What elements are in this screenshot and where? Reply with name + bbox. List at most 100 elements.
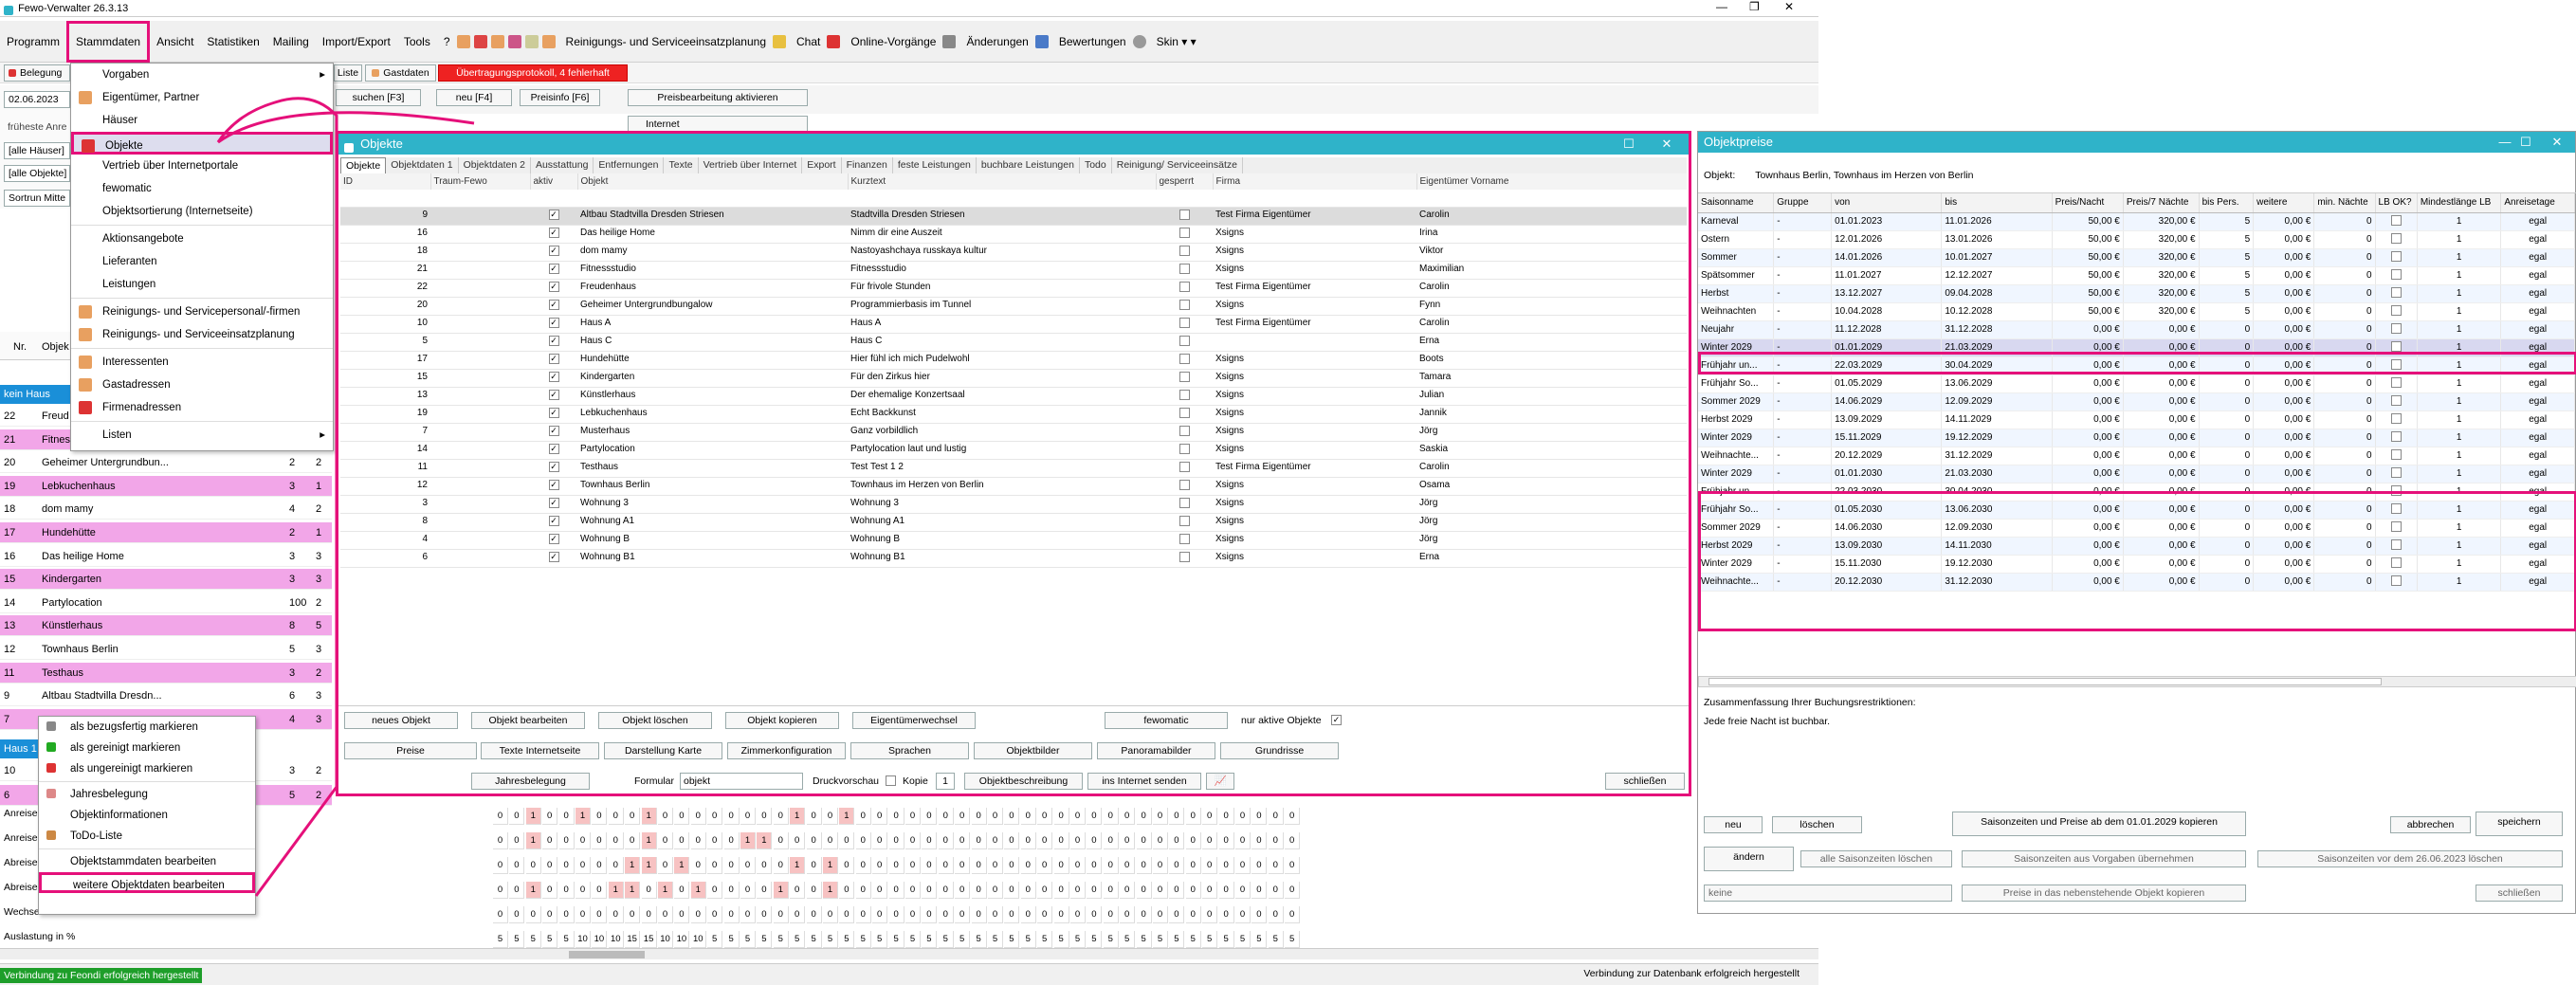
gesperrt-checkbox[interactable]: [1178, 498, 1190, 509]
column-header[interactable]: gesperrt: [1156, 173, 1214, 190]
list-item[interactable]: 11 Testhaus 3 2: [0, 662, 332, 684]
ins-internet-button[interactable]: ins Internet senden: [1087, 773, 1201, 790]
dropdown-item-2[interactable]: Häuser: [71, 109, 333, 132]
gesperrt-checkbox[interactable]: [1178, 516, 1190, 527]
column-header[interactable]: aktiv: [530, 173, 578, 190]
dropdown-item-11[interactable]: Reinigungs- und Serviceeinsatzplanung: [71, 323, 333, 346]
rating-icon[interactable]: [1034, 34, 1049, 48]
table-row[interactable]: Weihnachten -10.04.2028 10.12.2028 50,00 €3…: [1698, 302, 2575, 321]
table-row[interactable]: Sommer -14.01.2026 10.01.2027 50,00 €320,00…: [1698, 248, 2575, 267]
column-header[interactable]: Traum-Fewo: [430, 173, 531, 190]
column-header[interactable]: Firma: [1213, 173, 1417, 190]
tab-8[interactable]: Finanzen: [842, 157, 893, 173]
tab-4[interactable]: Entfernungen: [594, 157, 665, 173]
objektbilder-button[interactable]: Objektbilder: [974, 742, 1092, 759]
tab-9[interactable]: feste Leistungen: [893, 157, 977, 173]
druckvorschau-checkbox[interactable]: [886, 775, 896, 786]
preisinfo-button[interactable]: Preisinfo [F6]: [520, 89, 600, 106]
list-item[interactable]: 15 Kindergarten 3 3: [0, 569, 332, 591]
objekte-restore-icon[interactable]: ☐: [1618, 137, 1639, 152]
restore-icon[interactable]: ❐: [1749, 0, 1760, 13]
gesperrt-checkbox[interactable]: [1178, 210, 1190, 221]
table-row[interactable]: 21 ✓ Fitnessstudio Fitnessstudio Xsigns Maxim…: [340, 261, 1687, 280]
column-header[interactable]: Mindestlänge LB: [2417, 193, 2502, 213]
aktiv-checkbox[interactable]: ✓: [548, 498, 559, 509]
gear-icon[interactable]: [1132, 34, 1146, 48]
aktiv-checkbox[interactable]: ✓: [548, 408, 559, 419]
gesperrt-checkbox[interactable]: [1178, 426, 1190, 437]
tab-5[interactable]: Texte: [664, 157, 699, 173]
header-nr[interactable]: Nr.: [13, 341, 27, 353]
aktiv-checkbox[interactable]: ✓: [548, 300, 559, 311]
gesperrt-checkbox[interactable]: [1178, 480, 1190, 491]
list-item[interactable]: 20 Geheimer Untergrundbun... 2 2: [0, 452, 332, 474]
minimize-icon[interactable]: —: [1716, 0, 1727, 13]
dropdown-item-1[interactable]: Eigentümer, Partner: [71, 86, 333, 109]
context-item-7[interactable]: weitere Objektdaten bearbeiten: [39, 872, 255, 893]
aktiv-checkbox[interactable]: ✓: [548, 534, 559, 545]
scrollbar-thumb[interactable]: [569, 951, 645, 958]
dropdown-item-15[interactable]: Listen ▸: [71, 424, 333, 447]
menu-statistiken[interactable]: Statistiken: [200, 32, 265, 51]
online-icon[interactable]: [827, 34, 841, 48]
gesperrt-checkbox[interactable]: [1178, 372, 1190, 383]
column-header[interactable]: LB OK?: [2375, 193, 2418, 213]
table-row[interactable]: Winter 2029-15.11.2029 19.12.2029 0,00 €0,…: [1698, 429, 2575, 447]
gesperrt-checkbox[interactable]: [1178, 390, 1190, 401]
list-item[interactable]: 12 Townhaus Berlin 5 3: [0, 639, 332, 660]
aktiv-checkbox[interactable]: ✓: [548, 516, 559, 527]
menu-bewertungen[interactable]: Bewertungen: [1052, 32, 1133, 51]
table-row[interactable]: 20 ✓ Geheimer Untergrundbungalow Programmie…: [340, 297, 1687, 316]
table-row[interactable]: 15 ✓ Kindergarten Für den Zirkus hier Xsigns…: [340, 369, 1687, 388]
gesperrt-checkbox[interactable]: [1178, 318, 1190, 329]
list-item[interactable]: 14 Partylocation 100 2: [0, 593, 332, 613]
close-icon[interactable]: ✕: [1784, 0, 1794, 13]
table-row[interactable]: Winter 2029-01.01.2030 21.03.2030 0,00 €0,…: [1698, 465, 2575, 483]
objekte-close-icon[interactable]: ✕: [1656, 137, 1677, 152]
column-header[interactable]: ID: [340, 173, 431, 190]
column-header[interactable]: Saisonname: [1698, 193, 1775, 213]
table-row[interactable]: Frühjahr So... -01.05.2029 13.06.2029 0,00 …: [1698, 374, 2575, 393]
lb-checkbox[interactable]: [2390, 413, 2402, 425]
tab-12[interactable]: Reinigung/ Serviceeinsätze: [1112, 157, 1243, 173]
table-row[interactable]: 22 ✓ Freudenhaus Für frivole Stunden Test Fi…: [340, 279, 1687, 298]
preise-kopieren-button[interactable]: Preise in das nebenstehende Objekt kopie…: [1962, 885, 2246, 902]
tab-0[interactable]: Objekte: [340, 157, 387, 173]
home-icon[interactable]: [473, 34, 487, 48]
grundrisse-button[interactable]: Grundrisse: [1220, 742, 1339, 759]
tab-2[interactable]: Objektdaten 2: [459, 157, 531, 173]
tab-11[interactable]: Todo: [1080, 157, 1112, 173]
liste-tab[interactable]: Liste: [334, 64, 362, 82]
lb-checkbox[interactable]: [2390, 467, 2402, 479]
dropdown-item-5[interactable]: fewomatic: [71, 177, 333, 200]
lb-checkbox[interactable]: [2390, 431, 2402, 443]
preise-minimize-icon[interactable]: —: [2494, 135, 2515, 150]
list-item[interactable]: 9 Altbau Stadtvilla Dresdn... 6 3: [0, 685, 332, 707]
lb-checkbox[interactable]: [2390, 233, 2402, 245]
menu-aenderungen[interactable]: Änderungen: [959, 32, 1034, 51]
jahresbelegung-button[interactable]: Jahresbelegung: [471, 773, 590, 790]
column-header[interactable]: Eigentümer Vorname: [1416, 173, 1687, 190]
saisonzeiten-kopieren-button[interactable]: Saisonzeiten und Preise ab dem 01.01.202…: [1952, 812, 2246, 836]
table-row[interactable]: 4 ✓ Wohnung B Wohnung B Xsigns Jörg: [340, 531, 1687, 550]
aktiv-checkbox[interactable]: ✓: [548, 282, 559, 293]
context-item-1[interactable]: als gereinigt markieren: [39, 738, 255, 758]
column-header[interactable]: bis: [1941, 193, 2053, 213]
preise-hscroll-thumb[interactable]: [1708, 678, 2382, 685]
gesperrt-checkbox[interactable]: [1178, 462, 1190, 473]
menu-stammdaten[interactable]: Stammdaten: [66, 20, 151, 63]
table-row[interactable]: 16 ✓ Das heilige Home Nimm dir eine Auszeit…: [340, 225, 1687, 244]
menu-ansicht[interactable]: Ansicht: [150, 32, 200, 51]
column-header[interactable]: Preis/Nacht: [2052, 193, 2124, 213]
aktiv-checkbox[interactable]: ✓: [548, 336, 559, 347]
table-row[interactable]: Karneval -01.01.2023 11.01.2026 50,00 €320,…: [1698, 212, 2575, 231]
schliessen-button[interactable]: schließen: [1605, 773, 1685, 790]
horizontal-scrollbar[interactable]: [0, 948, 1818, 959]
lb-checkbox[interactable]: [2390, 305, 2402, 317]
objekt-bearbeiten-button[interactable]: Objekt bearbeiten: [471, 712, 585, 729]
context-item-5[interactable]: ToDo-Liste: [39, 826, 255, 847]
person-icon[interactable]: [490, 34, 504, 48]
preise-loeschen-button[interactable]: löschen: [1772, 816, 1862, 833]
nur-aktive-checkbox[interactable]: ✓: [1331, 715, 1342, 725]
dropdown-item-7[interactable]: Aktionsangebote: [71, 228, 333, 250]
